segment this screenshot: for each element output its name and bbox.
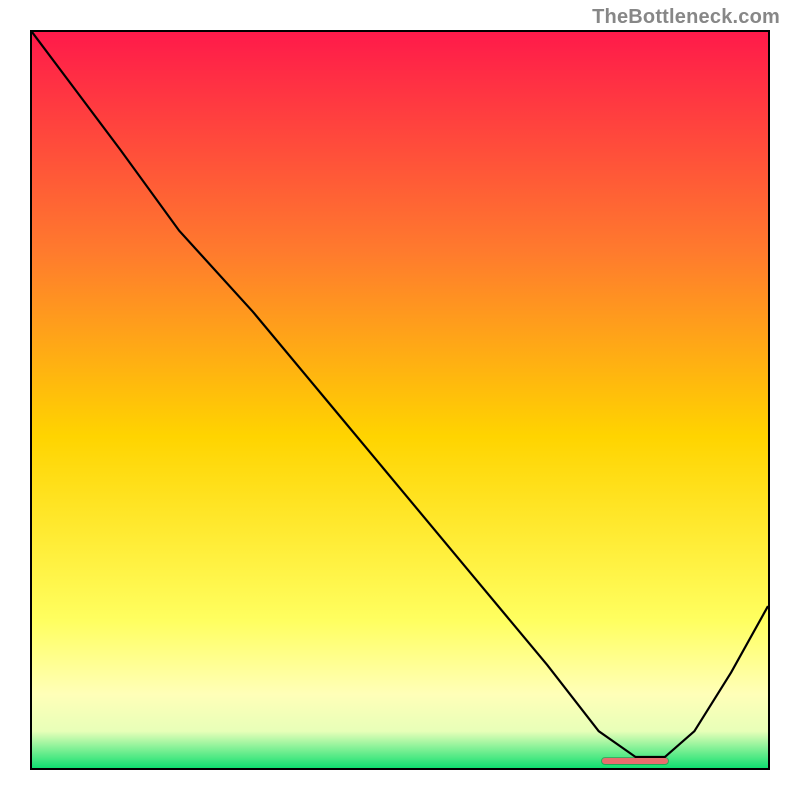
chart-container: TheBottleneck.com	[0, 0, 800, 800]
attribution-label: TheBottleneck.com	[592, 6, 780, 29]
optimal-region-marker	[602, 758, 669, 764]
curve-layer	[32, 32, 768, 768]
plot-frame	[30, 30, 770, 770]
bottleneck-curve	[32, 32, 768, 757]
